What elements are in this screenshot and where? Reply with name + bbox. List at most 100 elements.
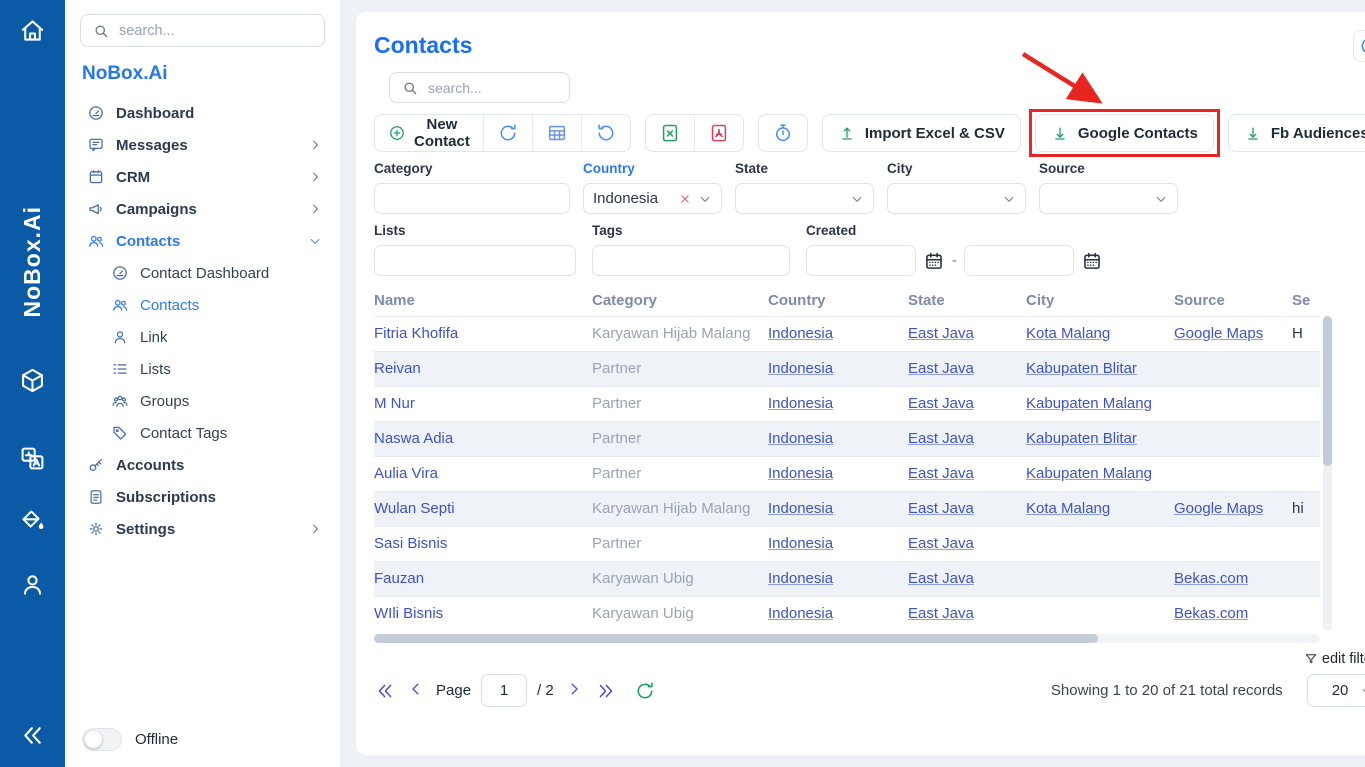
cell-country[interactable]: Indonesia — [768, 596, 908, 631]
cell-state[interactable]: East Java — [908, 596, 1026, 631]
created-from-input[interactable] — [806, 245, 916, 276]
cell-source[interactable]: Google Maps — [1174, 491, 1292, 526]
country-filter-select[interactable]: Indonesia — [583, 183, 722, 214]
tags-filter-input[interactable] — [592, 245, 790, 276]
cell-city[interactable]: Kabupaten Blitar — [1026, 351, 1174, 386]
refresh-table-icon[interactable] — [634, 680, 655, 701]
cell-state[interactable]: East Java — [908, 561, 1026, 596]
sidebar-search-input[interactable] — [119, 23, 313, 39]
table-horizontal-scrollbar[interactable] — [374, 634, 1320, 643]
cell-source[interactable]: Bekas.com — [1174, 561, 1292, 596]
cell-country[interactable]: Indonesia — [768, 526, 908, 561]
category-filter-input[interactable] — [374, 183, 570, 214]
cell-country[interactable]: Indonesia — [768, 386, 908, 421]
edit-filter-button[interactable]: edit filter — [1304, 651, 1365, 667]
page-number-input[interactable] — [481, 674, 527, 707]
fb-audiences-button[interactable]: Fb Audiences — [1228, 114, 1365, 152]
cell-city[interactable]: Kota Malang — [1026, 316, 1174, 351]
google-contacts-button[interactable]: Google Contacts — [1035, 114, 1214, 152]
refresh-icon[interactable] — [484, 115, 533, 151]
history-icon[interactable] — [759, 115, 807, 151]
cell-state[interactable]: East Java — [908, 351, 1026, 386]
cell-name[interactable]: Reivan — [374, 351, 592, 386]
table-vertical-scrollbar[interactable] — [1323, 316, 1332, 631]
calendar-icon[interactable] — [1081, 250, 1103, 272]
column-header-name[interactable]: Name — [374, 286, 592, 316]
cell-country[interactable]: Indonesia — [768, 456, 908, 491]
cell-source[interactable]: Google Maps — [1174, 316, 1292, 351]
first-page-button[interactable] — [374, 680, 395, 701]
import-excel-csv-button[interactable]: Import Excel & CSV — [822, 114, 1021, 152]
cell-city[interactable]: Kabupaten Blitar — [1026, 421, 1174, 456]
help-button[interactable] — [1353, 30, 1365, 62]
cell-state[interactable]: East Java — [908, 421, 1026, 456]
sidebar-item-sub-contacts[interactable]: Contacts — [65, 289, 340, 321]
state-filter-select[interactable] — [735, 183, 874, 214]
page-size-select[interactable]: 20 — [1307, 674, 1365, 707]
cell-country[interactable]: Indonesia — [768, 351, 908, 386]
sidebar-item-sub-groups[interactable]: Groups — [65, 385, 340, 417]
lists-filter-input[interactable] — [374, 245, 576, 276]
sidebar-item-crm[interactable]: CRM — [65, 161, 340, 193]
sidebar-item-contacts[interactable]: Contacts — [65, 225, 340, 257]
cell-state[interactable]: East Java — [908, 386, 1026, 421]
sidebar-item-sub-link[interactable]: Link — [65, 321, 340, 353]
column-header-source[interactable]: Source — [1174, 286, 1292, 316]
source-filter-select[interactable] — [1039, 183, 1178, 214]
columns-icon[interactable] — [533, 115, 582, 151]
last-page-button[interactable] — [595, 680, 616, 701]
created-to-input[interactable] — [964, 245, 1074, 276]
cell-name[interactable]: Aulia Vira — [374, 456, 592, 491]
cell-name[interactable]: M Nur — [374, 386, 592, 421]
column-header-country[interactable]: Country — [768, 286, 908, 316]
clear-country-icon[interactable] — [678, 192, 692, 206]
cell-country[interactable]: Indonesia — [768, 316, 908, 351]
cell-state[interactable]: East Java — [908, 526, 1026, 561]
offline-toggle[interactable] — [82, 728, 122, 751]
cell-country[interactable]: Indonesia — [768, 561, 908, 596]
cell-country[interactable]: Indonesia — [768, 421, 908, 456]
city-filter-select[interactable] — [887, 183, 1026, 214]
column-header-category[interactable]: Category — [592, 286, 768, 316]
export-excel-icon[interactable] — [646, 115, 695, 151]
cell-state[interactable]: East Java — [908, 491, 1026, 526]
cell-name[interactable]: Fitria Khofifa — [374, 316, 592, 351]
cube-icon[interactable] — [18, 366, 47, 398]
cell-city[interactable]: Kabupaten Malang — [1026, 386, 1174, 421]
cell-name[interactable]: Sasi Bisnis — [374, 526, 592, 561]
column-header-city[interactable]: City — [1026, 286, 1174, 316]
sidebar-item-dashboard[interactable]: Dashboard — [65, 97, 340, 129]
next-page-button[interactable] — [564, 680, 585, 701]
export-pdf-icon[interactable] — [695, 115, 743, 151]
sidebar-item-subscriptions[interactable]: Subscriptions — [65, 481, 340, 513]
cell-name[interactable]: WIli Bisnis — [374, 596, 592, 631]
sidebar-item-sub-contact-tags[interactable]: Contact Tags — [65, 417, 340, 449]
sidebar-item-sub-contact-dashboard[interactable]: Contact Dashboard — [65, 257, 340, 289]
reset-icon[interactable] — [582, 115, 630, 151]
cell-city[interactable]: Kabupaten Malang — [1026, 456, 1174, 491]
cell-name[interactable]: Naswa Adia — [374, 421, 592, 456]
column-header-state[interactable]: State — [908, 286, 1026, 316]
cell-name[interactable]: Fauzan — [374, 561, 592, 596]
home-icon[interactable] — [18, 16, 47, 48]
calendar-icon[interactable] — [923, 250, 945, 272]
cell-name[interactable]: Wulan Septi — [374, 491, 592, 526]
cell-source[interactable]: Bekas.com — [1174, 596, 1292, 631]
column-header-se[interactable]: Se — [1292, 286, 1320, 316]
sidebar-item-messages[interactable]: Messages — [65, 129, 340, 161]
paint-bucket-icon[interactable] — [18, 506, 47, 538]
collapse-sidebar-icon[interactable] — [18, 721, 47, 753]
translate-icon[interactable] — [18, 444, 47, 476]
new-contact-button[interactable]: New Contact — [375, 115, 484, 151]
cell-state[interactable]: East Java — [908, 316, 1026, 351]
contacts-search-input[interactable] — [428, 80, 558, 96]
sidebar-item-settings[interactable]: Settings — [65, 513, 340, 545]
prev-page-button[interactable] — [405, 680, 426, 701]
sidebar-item-accounts[interactable]: Accounts — [65, 449, 340, 481]
cell-city[interactable]: Kota Malang — [1026, 491, 1174, 526]
sidebar-item-campaigns[interactable]: Campaigns — [65, 193, 340, 225]
user-icon[interactable] — [18, 570, 47, 602]
cell-state[interactable]: East Java — [908, 456, 1026, 491]
sidebar-item-sub-lists[interactable]: Lists — [65, 353, 340, 385]
cell-country[interactable]: Indonesia — [768, 491, 908, 526]
